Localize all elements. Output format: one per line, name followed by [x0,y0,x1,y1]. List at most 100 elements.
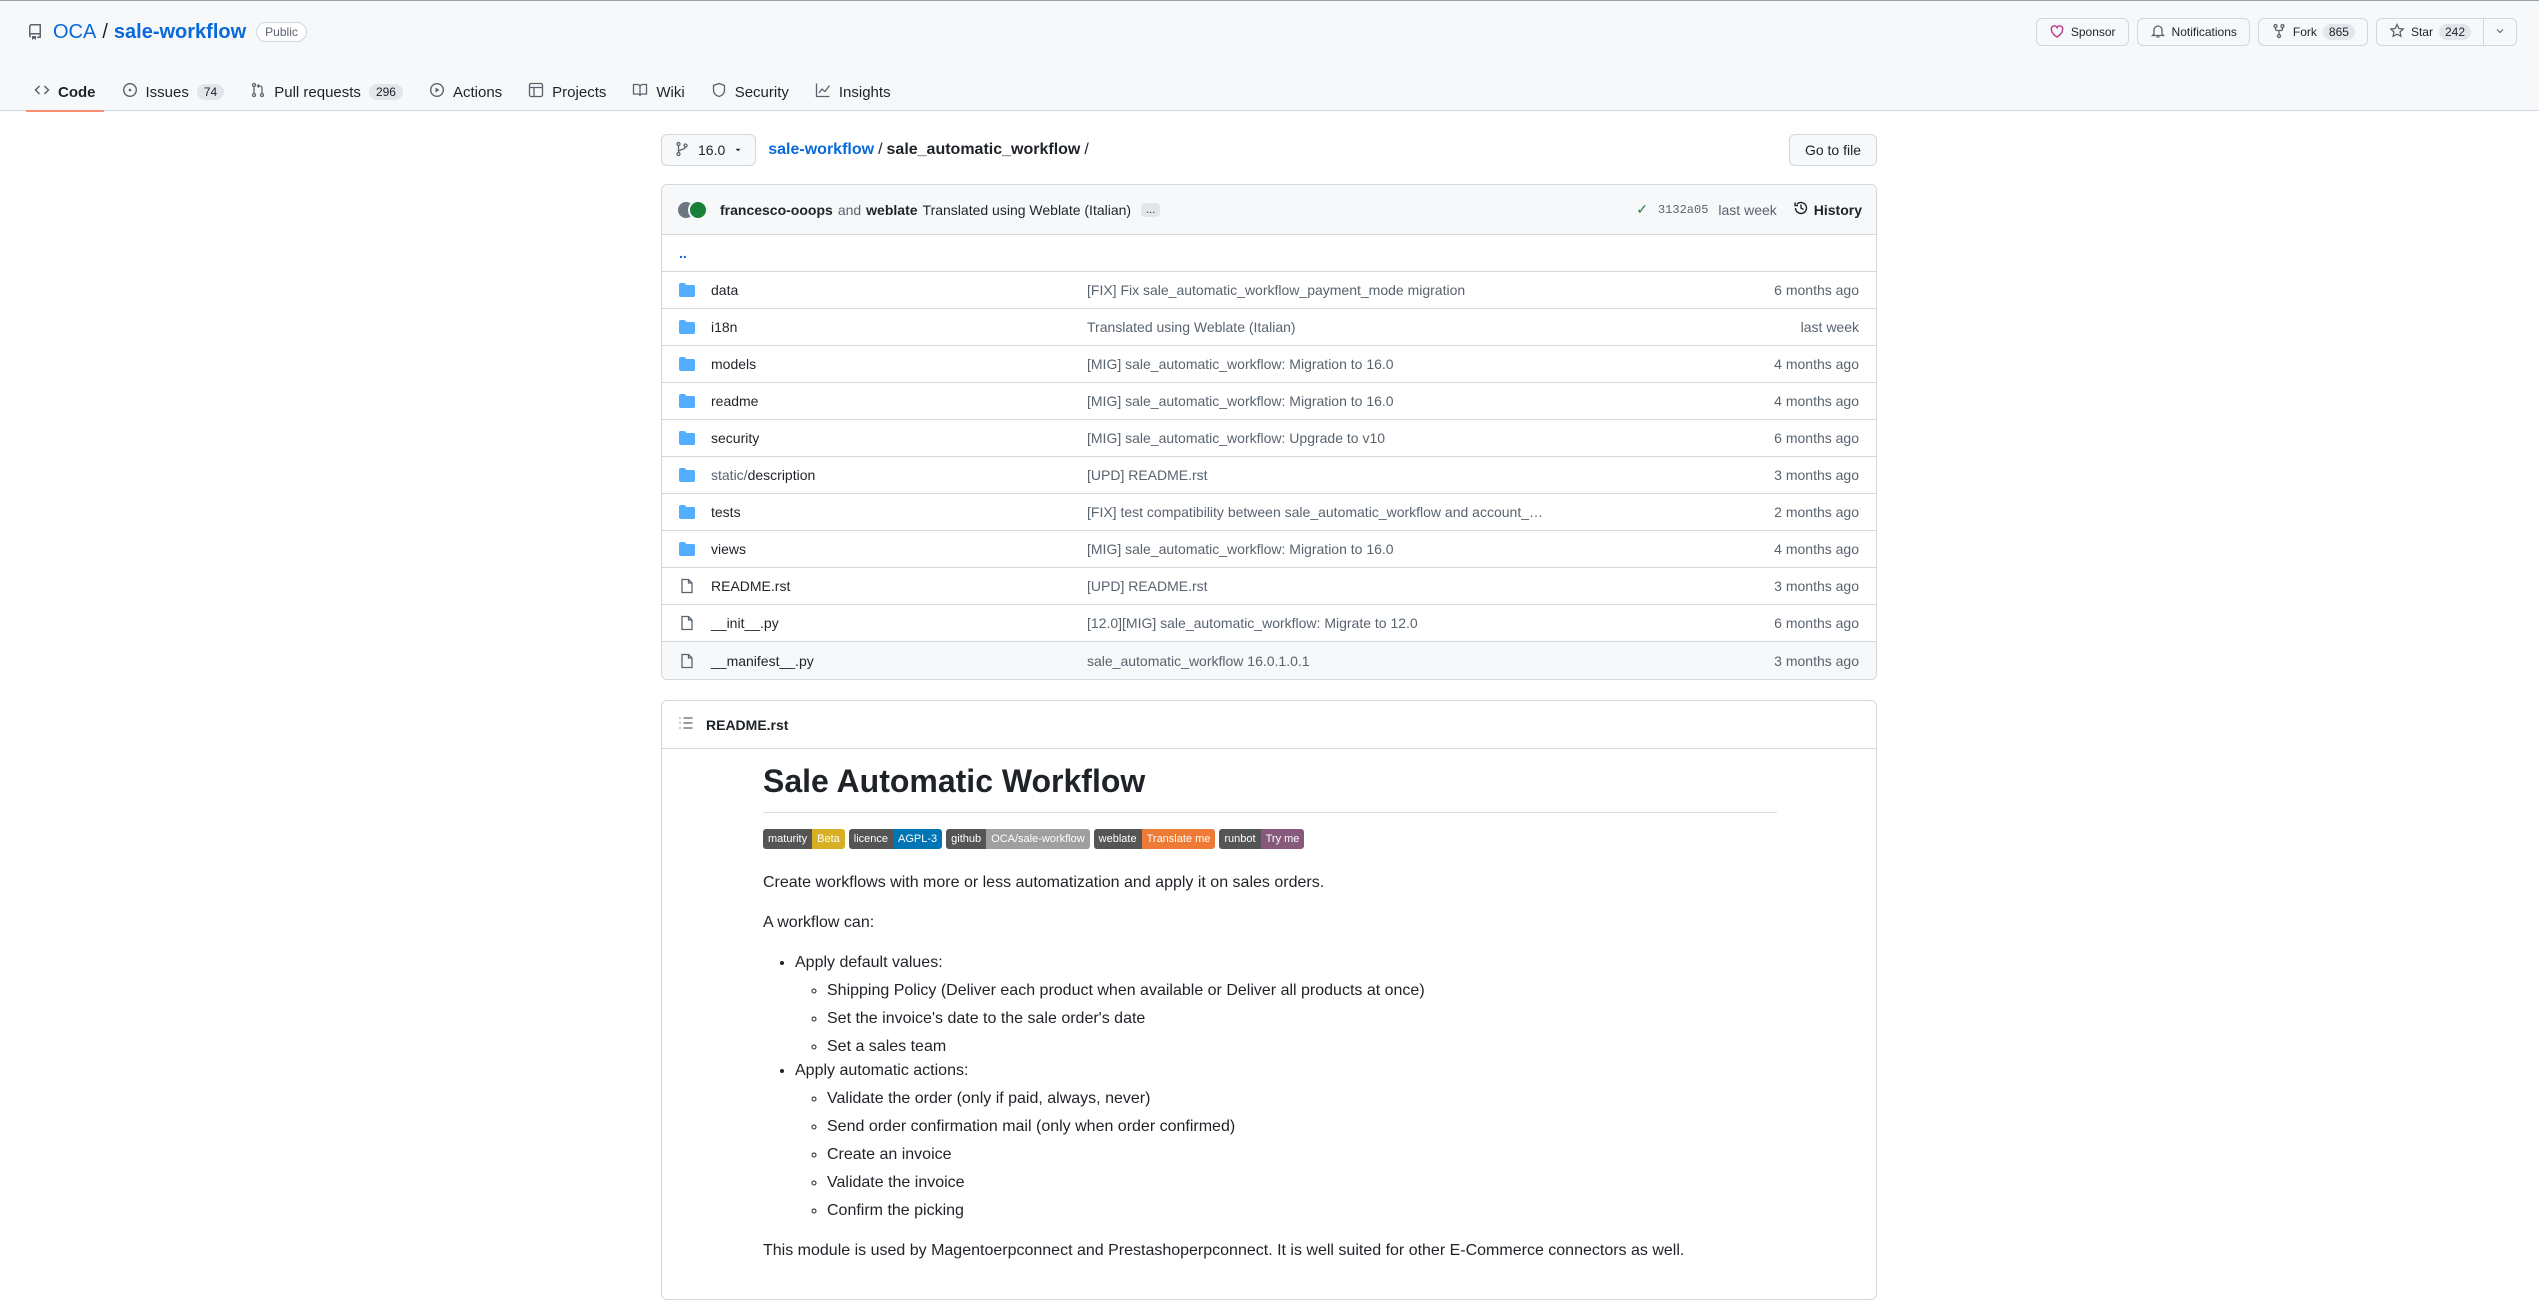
history-link[interactable]: History [1793,200,1862,219]
file-row[interactable]: security [MIG] sale_automatic_workflow: U… [662,420,1876,457]
file-icon [679,615,695,631]
avatar[interactable] [688,199,708,220]
file-commit-age: 4 months ago [1774,356,1859,372]
file-commit-message[interactable]: sale_automatic_workflow 16.0.1.0.1 [1087,653,1587,669]
badge-label: github [946,829,987,849]
star-label: Star [2410,25,2433,39]
file-name-link[interactable]: tests [711,504,1087,520]
sponsor-button[interactable]: Sponsor [2035,18,2129,46]
fork-count: 865 [2322,24,2355,40]
file-name-link[interactable]: __init__.py [711,615,1087,631]
tab-label: Issues [145,83,189,101]
git-pull-request-icon [250,82,266,102]
readme-badge[interactable]: github OCA/sale-workflow [946,829,1090,849]
tab-pull-requests[interactable]: Pull requests 296 [242,73,411,111]
file-commit-message[interactable]: [FIX] Fix sale_automatic_workflow_paymen… [1087,282,1587,298]
badge-label: licence [848,829,894,849]
file-commit-message[interactable]: [MIG] sale_automatic_workflow: Upgrade t… [1087,430,1587,446]
badge-value: Beta [812,829,845,849]
file-commit-age: 6 months ago [1774,430,1859,446]
file-commit-age: 6 months ago [1774,615,1859,631]
file-commit-age: 4 months ago [1774,541,1859,557]
file-commit-message[interactable]: [UPD] README.rst [1087,467,1587,483]
badge-value: AGPL-3 [893,829,943,849]
file-row[interactable]: views [MIG] sale_automatic_workflow: Migr… [662,531,1876,568]
file-commit-message[interactable]: [MIG] sale_automatic_workflow: Migration… [1087,393,1587,409]
readme-badge[interactable]: licence AGPL-3 [848,829,943,849]
readme-badge[interactable]: maturity Beta [763,829,845,849]
graph-icon [815,82,831,102]
commit-coauthor-link[interactable]: weblate [866,202,917,218]
list-item: Validate the order (only if paid, always… [827,1087,1777,1111]
notifications-button[interactable]: Notifications [2136,18,2250,46]
check-icon[interactable]: ✓ [1636,201,1648,218]
breadcrumb-trail: / [1084,141,1089,158]
file-name-link[interactable]: views [711,541,1087,557]
fork-button[interactable]: Fork 865 [2257,18,2368,46]
path-bar: 16.0 sale-workflow / sale_automatic_work… [661,134,1877,166]
file-name-link[interactable]: README.rst [711,578,1087,594]
shield-icon [711,82,727,102]
file-row[interactable]: __init__.py [12.0][MIG] sale_automatic_wo… [662,605,1876,642]
file-row[interactable]: i18n Translated using Weblate (Italian) la… [662,309,1876,346]
file-name-link[interactable]: i18n [711,319,1087,335]
file-row[interactable]: data [FIX] Fix sale_automatic_workflow_pa… [662,272,1876,309]
file-name-link[interactable]: readme [711,393,1087,409]
file-commit-age: last week [1800,319,1859,335]
file-name-link[interactable]: models [711,356,1087,372]
file-name-link[interactable]: data [711,282,1087,298]
readme-workflow-can: A workflow can: [763,914,875,931]
file-row[interactable]: README.rst [UPD] README.rst 3 months ago [662,568,1876,605]
go-to-file-button[interactable]: Go to file [1788,134,1877,166]
tab-issues[interactable]: Issues 74 [114,73,233,111]
star-button[interactable]: Star 242 [2375,18,2484,46]
star-dropdown-button[interactable] [2484,18,2517,46]
tab-actions[interactable]: Actions [421,73,510,111]
file-icon [679,578,695,594]
owner-link[interactable]: OCA [53,21,96,44]
file-name-prefix: static/ [711,467,748,483]
file-commit-message[interactable]: [UPD] README.rst [1087,578,1587,594]
tab-insights[interactable]: Insights [807,73,899,111]
file-commit-message[interactable]: [MIG] sale_automatic_workflow: Migration… [1087,356,1587,372]
readme-badge[interactable]: runbot Try me [1219,829,1305,849]
file-row[interactable]: static/description [UPD] README.rst 3 mont… [662,457,1876,494]
folder-icon [679,467,695,483]
commit-message[interactable]: Translated using Weblate (Italian) [923,202,1132,218]
book-icon [632,82,648,102]
repo-link[interactable]: sale-workflow [114,21,246,44]
badge-label: weblate [1093,829,1142,849]
readme-filename: README.rst [706,716,789,733]
issues-count: 74 [196,84,225,100]
file-row[interactable]: __manifest__.py sale_automatic_workflow 1… [662,642,1876,679]
commit-author-link[interactable]: francesco-ooops [720,202,833,218]
file-commit-message[interactable]: Translated using Weblate (Italian) [1087,319,1587,335]
main-content: 16.0 sale-workflow / sale_automatic_work… [661,134,1877,1300]
commit-avatars[interactable] [676,199,708,220]
file-row[interactable]: models [MIG] sale_automatic_workflow: Mig… [662,346,1876,383]
actions-sublist: Validate the order (only if paid, always… [795,1087,1777,1223]
tab-security[interactable]: Security [703,73,797,111]
commit-sha-link[interactable]: 3132a05 [1658,203,1708,217]
readme-badge[interactable]: weblate Translate me [1093,829,1216,849]
pull-requests-count: 296 [368,84,403,100]
tab-projects[interactable]: Projects [520,73,614,111]
tab-code[interactable]: Code [26,73,104,112]
file-name-link[interactable]: __manifest__.py [711,653,1087,669]
file-row[interactable]: readme [MIG] sale_automatic_workflow: Mig… [662,383,1876,420]
tab-wiki[interactable]: Wiki [624,73,692,111]
breadcrumb-repo-link[interactable]: sale-workflow [768,141,874,159]
commit-expand-button[interactable]: ... [1141,202,1161,217]
list-unordered-icon[interactable] [678,715,694,734]
feature-list: Apply default values: Shipping Policy (D… [763,951,1777,1223]
file-browser: francesco-ooops and weblate Translated u… [661,184,1877,680]
file-name-link[interactable]: security [711,430,1087,446]
file-row[interactable]: tests [FIX] test compatibility between sa… [662,494,1876,531]
file-commit-message[interactable]: [12.0][MIG] sale_automatic_workflow: Mig… [1087,615,1587,631]
file-commit-message[interactable]: [MIG] sale_automatic_workflow: Migration… [1087,541,1587,557]
file-commit-message[interactable]: [FIX] test compatibility between sale_au… [1087,504,1587,520]
branch-selector[interactable]: 16.0 [661,134,757,166]
parent-directory-link[interactable]: .. [662,235,1876,272]
file-commit-age: 3 months ago [1774,578,1859,594]
file-name-link[interactable]: static/description [711,467,1087,483]
